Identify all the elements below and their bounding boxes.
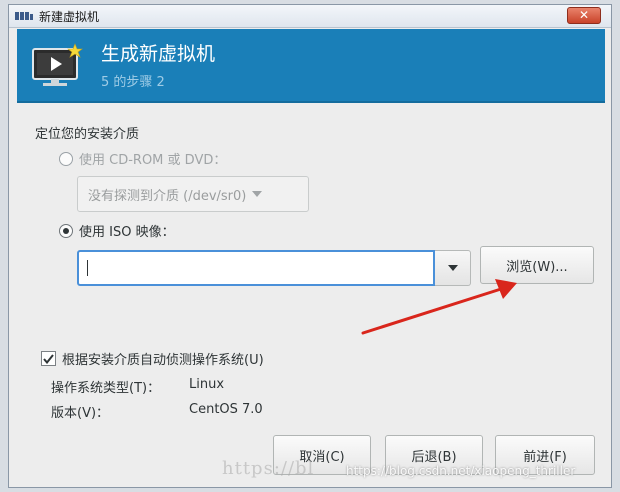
- auto-detect-checkbox[interactable]: [41, 351, 56, 366]
- os-type-label: 操作系统类型(T)：: [51, 381, 161, 396]
- dialog-window: 新建虚拟机 ✕ 生成新虚拟机 5 的步骤 2 定位您的安装介质 使用 CD-RO…: [8, 4, 612, 488]
- chevron-down-icon: [447, 265, 458, 271]
- monitor-play-icon: [32, 43, 83, 86]
- app-icon: [15, 12, 33, 20]
- cdrom-select-value: 没有探测到介质 (/dev/sr0): [88, 188, 247, 204]
- os-type-value: Linux: [189, 377, 225, 392]
- back-button-label: 后退(B): [411, 449, 457, 465]
- wizard-title: 生成新虚拟机: [101, 43, 216, 65]
- iso-radio-label: 使用 ISO 映像：: [79, 225, 175, 240]
- cdrom-radio-label: 使用 CD-ROM 或 DVD：: [79, 153, 227, 168]
- auto-detect-label: 根据安装介质自动侦测操作系统(U): [62, 353, 264, 368]
- wizard-step-indicator: 5 的步骤 2: [101, 75, 165, 90]
- close-button[interactable]: ✕: [567, 7, 601, 24]
- version-label: 版本(V)：: [51, 406, 110, 421]
- red-annotation-arrow: [361, 279, 517, 335]
- checkmark-icon: [43, 353, 54, 364]
- cdrom-media-select[interactable]: 没有探测到介质 (/dev/sr0): [77, 176, 309, 212]
- iso-radio-row[interactable]: 使用 ISO 映像：: [59, 221, 175, 240]
- text-caret: [87, 260, 88, 276]
- window-title: 新建虚拟机: [39, 10, 100, 24]
- watermark-url: https://blog.csdn.net/xiaopeng_thriller: [346, 464, 576, 478]
- watermark-faint: https://bl: [222, 458, 315, 479]
- cdrom-radio[interactable]: [59, 151, 73, 166]
- browse-button-label: 浏览(W)...: [506, 259, 568, 275]
- close-icon: ✕: [578, 8, 590, 22]
- forward-button-label: 前进(F): [523, 449, 567, 465]
- title-bar[interactable]: 新建虚拟机 ✕: [9, 5, 611, 28]
- version-value: CentOS 7.0: [189, 402, 263, 417]
- wizard-header: 生成新虚拟机 5 的步骤 2: [17, 29, 605, 103]
- auto-detect-row[interactable]: 根据安装介质自动侦测操作系统(U): [41, 349, 264, 368]
- chevron-down-icon: [252, 191, 263, 197]
- section-label: 定位您的安装介质: [35, 127, 140, 142]
- cdrom-radio-row[interactable]: 使用 CD-ROM 或 DVD：: [59, 149, 226, 168]
- iso-radio[interactable]: [59, 223, 73, 238]
